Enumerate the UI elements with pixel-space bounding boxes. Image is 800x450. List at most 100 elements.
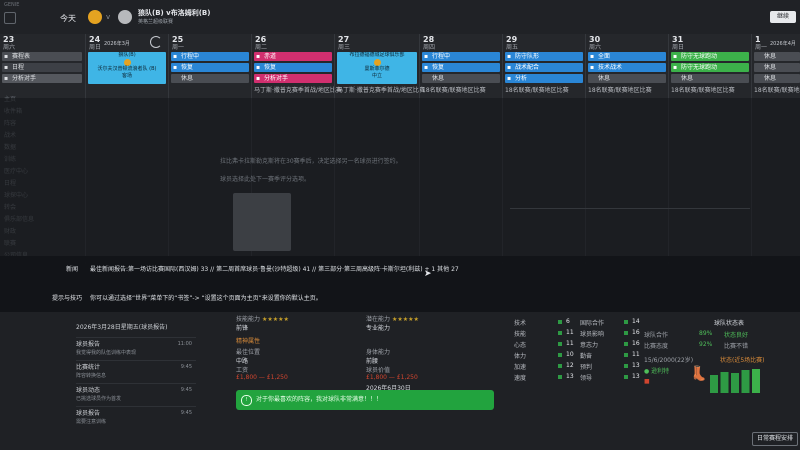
day-name: 周三 — [338, 44, 351, 51]
event-travel[interactable]: ▪ 行程中 — [422, 52, 500, 61]
news-item[interactable]: 比赛统计 阵容转换信息 9:45 — [76, 360, 196, 383]
schedule-button[interactable]: 日常赛程安排 — [752, 432, 798, 446]
event-movement[interactable]: ▪ 防守无球跑动 — [671, 63, 749, 72]
news-item-title: 球员动态 — [76, 387, 101, 394]
match-event-card[interactable]: 布拉德福德城足球俱乐部 曼斯菲尔德 中立 — [337, 52, 417, 84]
attribute-name: 体力 — [514, 353, 527, 360]
day-name: 周六 — [589, 44, 602, 51]
heart-icon: ▪ — [256, 64, 261, 71]
event-analysis[interactable]: ▪ 分析对手 — [254, 74, 332, 83]
attribute-name: 意志力 — [580, 342, 599, 349]
event-recovery[interactable]: ▪ 恢复 — [171, 63, 249, 72]
event-session[interactable]: ▪ 赤道 — [254, 52, 332, 61]
info-icon: ! — [241, 395, 252, 406]
event-tactics[interactable]: ▪ 战术配合 — [505, 63, 583, 72]
news-item[interactable]: 球员报告 需要注意训练 9:45 — [76, 406, 196, 429]
status-pct: 89% — [699, 330, 713, 337]
tactics-icon: ▪ — [507, 64, 512, 71]
attribute-value: 16 — [632, 340, 640, 347]
attribute-marker — [558, 320, 562, 324]
attribute-value: 13 — [632, 362, 640, 369]
day-number: 25 — [172, 35, 184, 44]
bus-icon: ▪ — [424, 53, 429, 60]
birth-date: 15/6/2000(22岁) — [644, 357, 694, 364]
day-header: 30 周六 — [586, 34, 668, 52]
event-rest[interactable]: 休息 — [754, 63, 800, 72]
profile-label: 身体能力 — [366, 349, 391, 356]
attribute-name: 勤奋 — [580, 353, 593, 360]
left-event-2[interactable]: ▪ 日程 — [2, 63, 82, 72]
running-icon: ▪ — [673, 53, 678, 60]
event-rest[interactable]: 休息 — [754, 74, 800, 83]
month-label: 2026年4月 — [770, 41, 796, 47]
news-item[interactable]: 球员动态 已挑选球员作为首发 9:45 — [76, 383, 196, 406]
day-note: 18名联赛/联赛地区比赛 — [671, 87, 735, 94]
dimmed-content: 拉比弗卡拉斯勒克斯将在30赛季后，决定选择另一名球员进行签约。 球员选择此处下一… — [0, 98, 800, 262]
day-header: 23 周六 — [0, 34, 84, 52]
event-defending[interactable]: ▪ 防守队形 — [505, 52, 583, 61]
event-recovery[interactable]: ▪ 恢复 — [422, 63, 500, 72]
event-movement[interactable]: ▪ 防守无球跑动 — [671, 52, 749, 61]
event-recovery[interactable]: ▪ 恢复 — [254, 63, 332, 72]
event-rest[interactable]: 休息 — [671, 74, 749, 83]
news-item-subtitle: 我觉得我的队伍训练中表现 — [76, 350, 137, 356]
match-opponent: 沃尔夫汉普顿流浪者队 (B) — [97, 66, 157, 72]
dimmed-text-2: 球员选择此处下一赛季评分选项。 — [220, 176, 311, 183]
event-travel[interactable]: ▪ 行程中 — [171, 52, 249, 61]
match-event-card[interactable]: 狼队(B) 沃尔夫汉普顿流浪者队 (B) 客场 — [88, 52, 166, 84]
clock-icon: ▪ — [4, 64, 9, 71]
continue-button[interactable]: 继续 — [770, 11, 796, 23]
status-label: 比赛态度 — [644, 343, 669, 350]
event-rest[interactable]: 休息 — [422, 74, 500, 83]
brand-label: GENIE — [4, 2, 20, 8]
back-icon[interactable] — [4, 12, 16, 24]
news-item-time: 9:45 — [180, 364, 192, 370]
event-analysis[interactable]: ▪ 分析 — [505, 74, 583, 83]
day-number: 26 — [255, 35, 267, 44]
heart-icon: ▪ — [173, 64, 178, 71]
match-venue: 客场 — [121, 73, 132, 79]
attribute-marker — [558, 364, 562, 368]
analysis-icon: ▪ — [256, 75, 261, 82]
news-date: 2026年3月28日星期五(球员报告) — [76, 324, 168, 331]
event-rest[interactable]: 休息 — [171, 74, 249, 83]
day-note: 18名联赛/联赛地区比赛 — [754, 87, 800, 94]
event-rest[interactable]: 休息 — [754, 52, 800, 61]
wolves-crest-icon — [88, 10, 102, 24]
attribute-marker — [558, 342, 562, 346]
profile-label: 精神属性 — [236, 338, 261, 345]
attribute-value: 11 — [632, 351, 640, 358]
match-title[interactable]: 狼队(B) v布洛姆利(B) — [138, 8, 210, 18]
day-header: 25 周一 — [169, 34, 251, 52]
opponent-crest-icon — [118, 10, 132, 24]
day-name: 周四 — [423, 44, 436, 51]
news-item-time: 9:45 — [180, 410, 192, 416]
day-name: 周日 — [672, 44, 685, 51]
day-note: 18名联赛/联赛地区比赛 — [505, 87, 569, 94]
event-rest[interactable]: 休息 — [588, 74, 666, 83]
attribute-name: 技能 — [514, 331, 527, 338]
news-overlay: 新闻 最佳新闻报告:第一场访比赛国际(西汉姆) 33 // 第二周首席球员·鲁曼… — [0, 256, 800, 312]
left-event-1[interactable]: ▪ 赛程表 — [2, 52, 82, 61]
form-bar — [731, 373, 739, 393]
attribute-name: 领导 — [580, 375, 593, 382]
status-note: 比赛不错 — [724, 343, 749, 350]
attribute-marker — [558, 331, 562, 335]
analysis-icon: ▪ — [507, 75, 512, 82]
left-event-3[interactable]: ▪ 分析对手 — [2, 74, 82, 83]
day-note: 马丁斯·撒普克赛季首战/地区比赛 — [254, 87, 342, 94]
news-item[interactable]: 球员报告 我觉得我的队伍训练中表现 11:00 — [76, 337, 196, 360]
day-note: 马丁斯·撒普克赛季首战/地区比赛 — [337, 87, 425, 94]
toast-notification[interactable]: ! 对于你最喜欢的阵容，我对球队非常满意！！！ — [236, 390, 494, 410]
day-number: 27 — [338, 35, 350, 44]
news-text[interactable]: 最佳新闻报告:第一场访比赛国际(西汉姆) 33 // 第二周首席球员·鲁曼(沙特… — [90, 264, 459, 273]
attribute-value: 11 — [566, 329, 574, 336]
news-item-title: 球员报告 — [76, 410, 101, 417]
day-name: 周五 — [506, 44, 519, 51]
heart-icon: ▪ — [424, 64, 429, 71]
today-label[interactable]: 今天 — [60, 13, 76, 24]
day-number: 23 — [3, 35, 15, 44]
attribute-value: 10 — [566, 351, 574, 358]
event-technical[interactable]: ▪ 技术战术 — [588, 63, 666, 72]
event-general[interactable]: ▪ 全面 — [588, 52, 666, 61]
